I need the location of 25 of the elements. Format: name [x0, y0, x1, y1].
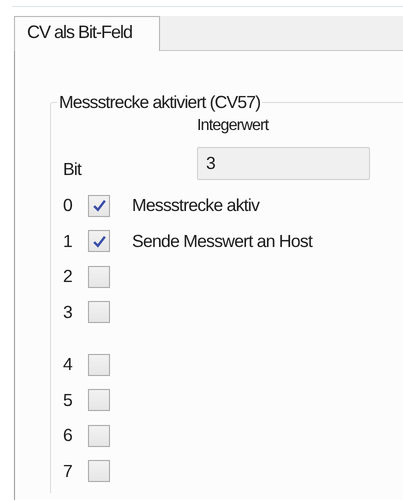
bit-number: 0	[63, 195, 73, 216]
bit-number: 7	[63, 460, 73, 482]
checkbox[interactable]	[88, 230, 110, 252]
checkbox[interactable]	[88, 301, 110, 324]
checkmark-icon	[92, 234, 106, 249]
checkbox[interactable]	[88, 354, 110, 376]
checkbox-label: Sende Messwert an Host	[132, 230, 312, 252]
checkbox-label: Messstrecke aktiv	[132, 195, 260, 216]
bit-number: 1	[63, 230, 73, 252]
field-label: Integerwert	[197, 117, 270, 135]
checkbox[interactable]	[88, 389, 110, 412]
bit-number: 3	[63, 302, 73, 323]
bit-number: 2	[63, 266, 73, 288]
checkbox[interactable]	[88, 460, 110, 482]
checkbox[interactable]	[88, 424, 110, 447]
bit-number: 5	[63, 390, 73, 411]
input-field[interactable]: 3	[197, 147, 370, 180]
tab[interactable]: CV als Bit-Feld	[14, 16, 160, 51]
column-header: Bit	[63, 159, 83, 180]
bit-number: 4	[63, 354, 74, 376]
checkbox[interactable]	[88, 266, 110, 288]
checkbox[interactable]	[88, 194, 110, 217]
group-title: Messstrecke aktiviert (CV57)	[58, 92, 262, 113]
checkmark-icon	[92, 198, 106, 214]
bit-number: 6	[63, 425, 73, 446]
